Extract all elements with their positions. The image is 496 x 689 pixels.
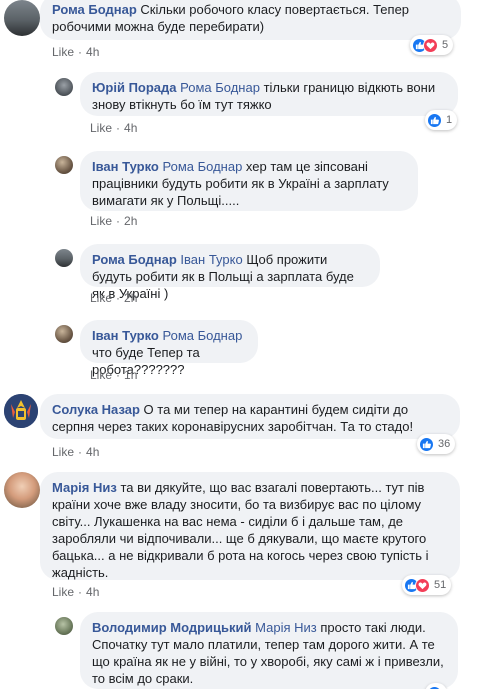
like-reaction-icon — [419, 436, 434, 452]
reply-mention[interactable]: Рома Боднар — [162, 328, 242, 343]
comment-actions: Like · 2h — [90, 214, 137, 228]
reply-comment: Юрій Порада Рома Боднар тільки границю в… — [0, 72, 496, 138]
reactions-badge[interactable]: 5 — [410, 35, 454, 55]
comment-time[interactable]: 2h — [124, 291, 137, 305]
like-button[interactable]: Like — [52, 45, 74, 59]
avatar[interactable] — [55, 325, 73, 343]
reply-comment: Іван Турко Рома Боднар хер там це зіпсов… — [0, 151, 496, 231]
comment-time[interactable]: 1h — [124, 368, 137, 382]
comment-actions: Like · 4h — [90, 121, 137, 135]
reaction-count: 36 — [438, 438, 451, 450]
reactions-badge[interactable]: 1 — [425, 110, 458, 130]
love-reaction-icon — [415, 577, 430, 593]
like-button[interactable]: Like — [90, 214, 112, 228]
avatar[interactable] — [55, 78, 73, 96]
separator: · — [78, 585, 83, 599]
comment-author[interactable]: Рома Боднар — [92, 252, 177, 267]
like-button[interactable]: Like — [90, 291, 112, 305]
like-button[interactable]: Like — [90, 368, 112, 382]
avatar[interactable] — [55, 617, 73, 635]
comment-actions: Like · 4h — [52, 45, 99, 59]
comment-time[interactable]: 4h — [86, 585, 99, 599]
avatar[interactable] — [55, 249, 73, 267]
reply-comment: Рома Боднар Іван Турко Щоб прожити будут… — [0, 244, 496, 306]
comment-author[interactable]: Марія Низ — [52, 480, 117, 495]
comment-time[interactable]: 4h — [86, 445, 99, 459]
comment-author[interactable]: Солука Назар — [52, 402, 140, 417]
like-button[interactable]: Like — [52, 445, 74, 459]
comment-author[interactable]: Володимир Модрицький — [92, 620, 252, 635]
avatar[interactable] — [4, 0, 40, 36]
like-reaction-icon — [427, 112, 442, 128]
comment: Марія Низ та ви дякуйте, що вас взагалі … — [0, 472, 496, 602]
comment: Солука Назар О та ми тепер на карантині … — [0, 394, 496, 464]
comment: Рома Боднар Скільки робочого класу повер… — [0, 0, 496, 62]
comment-bubble: Іван Турко Рома Боднар хер там це зіпсов… — [80, 151, 418, 211]
separator: · — [116, 368, 121, 382]
comment-actions: Like · 4h — [52, 585, 99, 599]
like-button[interactable]: Like — [52, 585, 74, 599]
reactions-badge[interactable]: 36 — [417, 434, 456, 454]
separator: · — [78, 45, 83, 59]
avatar[interactable] — [4, 394, 38, 428]
reply-comment: Володимир Модрицький Марія Низ просто та… — [0, 612, 496, 689]
reaction-count: 5 — [442, 39, 449, 51]
comment-author[interactable]: Іван Турко — [92, 328, 159, 343]
reply-comment: Іван Турко Рома Боднар что буде Тепер та… — [0, 320, 496, 382]
comment-bubble: Рома Боднар Скільки робочого класу повер… — [40, 0, 461, 40]
comment-time[interactable]: 4h — [124, 121, 137, 135]
separator: · — [116, 121, 121, 135]
comment-actions: Like · 1h — [90, 368, 137, 382]
comment-bubble: Рома Боднар Іван Турко Щоб прожити будут… — [80, 244, 380, 301]
separator: · — [116, 291, 121, 305]
separator: · — [78, 445, 83, 459]
comment-time[interactable]: 4h — [86, 45, 99, 59]
love-reaction-icon — [423, 37, 438, 53]
avatar[interactable] — [4, 472, 40, 508]
reaction-count: 1 — [446, 114, 453, 126]
comment-bubble: Іван Турко Рома Боднар что буде Тепер та… — [80, 320, 258, 377]
comment-time[interactable]: 2h — [124, 214, 137, 228]
reply-mention[interactable]: Рома Боднар — [162, 159, 242, 174]
comment-text: та ви дякуйте, що вас взагалі повертають… — [52, 480, 429, 580]
comment-bubble: Юрій Порада Рома Боднар тільки границю в… — [80, 72, 458, 116]
avatar-image-icon — [4, 394, 38, 428]
comment-author[interactable]: Іван Турко — [92, 159, 159, 174]
reply-mention[interactable]: Іван Турко — [180, 252, 242, 267]
reactions-badge[interactable]: 51 — [402, 575, 452, 595]
reaction-count: 51 — [434, 579, 447, 591]
comment-bubble: Солука Назар О та ми тепер на карантині … — [40, 394, 460, 439]
comment-bubble: Володимир Модрицький Марія Низ просто та… — [80, 612, 458, 689]
like-button[interactable]: Like — [90, 121, 112, 135]
reply-mention[interactable]: Марія Низ — [255, 620, 317, 635]
separator: · — [116, 214, 121, 228]
comment-actions: Like · 2h — [90, 291, 137, 305]
comment-author[interactable]: Рома Боднар — [52, 2, 137, 17]
like-reaction-icon — [427, 685, 442, 689]
avatar[interactable] — [55, 156, 73, 174]
reply-mention[interactable]: Рома Боднар — [180, 80, 260, 95]
comment-bubble: Марія Низ та ви дякуйте, що вас взагалі … — [40, 472, 460, 580]
comment-actions: Like · 4h — [52, 445, 99, 459]
comment-author[interactable]: Юрій Порада — [92, 80, 177, 95]
